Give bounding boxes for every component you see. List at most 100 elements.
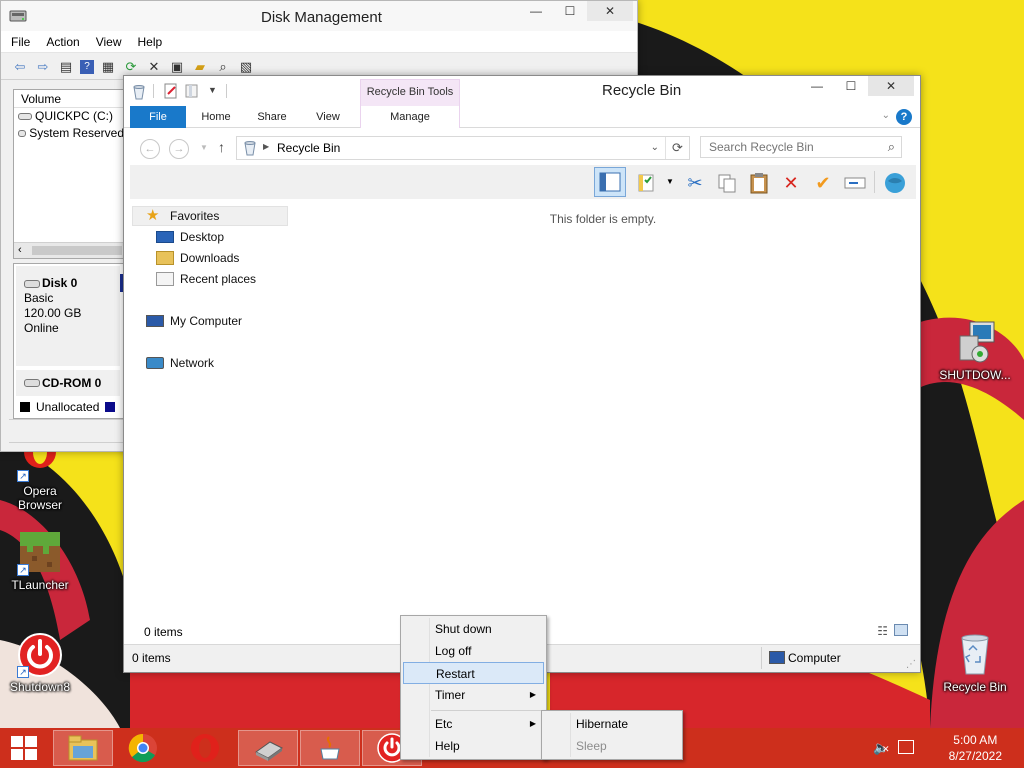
horizontal-scrollbar[interactable]: ‹ — [14, 242, 124, 258]
etc-submenu: Hibernate Sleep — [541, 710, 683, 760]
up-arrow-icon[interactable]: ↑ — [218, 139, 225, 155]
address-bar[interactable]: ▶ Recycle Bin ⌄ ⟳ — [236, 136, 690, 160]
desktop-icon-tlauncher[interactable]: ↗ TLauncher — [0, 530, 80, 592]
start-button[interactable] — [0, 730, 48, 766]
console-tree-icon[interactable]: ▤ — [57, 58, 75, 76]
title-bar[interactable]: ▼ Recycle Bin — ☐ ✕ — [124, 76, 920, 106]
menu-item-hibernate[interactable]: Hibernate — [544, 713, 680, 735]
tab-home[interactable]: Home — [190, 106, 242, 128]
scroll-left-icon[interactable]: ‹ — [18, 244, 22, 256]
cd-rom-info[interactable]: CD-ROM 0 — [16, 370, 120, 396]
globe-icon[interactable] — [882, 170, 908, 196]
dropdown-arrow-icon[interactable]: ▼ — [666, 177, 674, 186]
nav-item-downloads[interactable]: Downloads — [156, 248, 239, 268]
breadcrumb-separator-icon[interactable]: ▶ — [263, 142, 269, 151]
menu-item-etc[interactable]: Etc ▶ — [403, 713, 544, 735]
details-view-icon[interactable]: ☷ — [877, 624, 888, 638]
nav-item-network[interactable]: Network — [146, 353, 214, 373]
close-button[interactable]: ✕ — [587, 1, 633, 21]
maximize-button[interactable]: ☐ — [553, 1, 587, 21]
nav-item-favorites[interactable]: ★ Favorites — [146, 206, 219, 226]
search-disk-icon[interactable]: ⌕ — [214, 58, 232, 76]
menu-item-timer[interactable]: Timer ▶ — [403, 684, 544, 706]
menu-file[interactable]: File — [11, 35, 30, 49]
settings-icon[interactable]: ▣ — [168, 58, 186, 76]
disk-0-info[interactable]: Disk 0 Basic 120.00 GB Online — [16, 266, 120, 366]
maximize-button[interactable]: ☐ — [834, 76, 868, 96]
menu-item-restart[interactable]: Restart — [403, 662, 544, 684]
refresh-icon[interactable]: ⟳ — [122, 58, 140, 76]
recycle-bin-window[interactable]: ▼ Recycle Bin — ☐ ✕ Recycle Bin Tools Fi… — [123, 75, 921, 673]
taskbar-clock[interactable]: 5:00 AM 8/27/2022 — [949, 732, 1002, 764]
disk-properties-icon[interactable]: ▧ — [237, 58, 255, 76]
resize-grip-icon[interactable]: ⋰ — [906, 659, 916, 670]
volume-list[interactable]: Volume QUICKPC (C:) System Reserved ‹ — [13, 89, 125, 259]
paste-icon[interactable] — [746, 170, 772, 196]
properties-icon[interactable] — [163, 83, 179, 99]
checklist-icon[interactable] — [634, 170, 660, 196]
breadcrumb[interactable]: Recycle Bin — [277, 141, 340, 155]
network-status-icon[interactable] — [898, 740, 914, 754]
list-item[interactable]: QUICKPC (C:) — [14, 108, 124, 125]
rename-icon[interactable] — [842, 170, 868, 196]
minimize-button[interactable]: — — [519, 1, 553, 21]
taskbar-chrome[interactable] — [113, 730, 173, 766]
folder-open-icon[interactable]: ▰ — [191, 58, 209, 76]
desktop-icon-recycle-bin[interactable]: Recycle Bin — [935, 632, 1015, 694]
menu-item-help[interactable]: Help — [403, 735, 544, 757]
back-button[interactable]: ← — [140, 139, 160, 159]
refresh-icon[interactable]: ⟳ — [665, 137, 689, 159]
recycle-bin-location-icon — [243, 140, 257, 156]
taskbar-file-explorer[interactable] — [53, 730, 113, 766]
tab-file[interactable]: File — [130, 106, 186, 128]
properties-icon[interactable]: ▦ — [99, 58, 117, 76]
menu-item-sleep[interactable]: Sleep — [544, 735, 680, 757]
help-icon[interactable]: ? — [896, 109, 912, 125]
tab-manage[interactable]: Manage — [360, 106, 460, 128]
list-item[interactable]: System Reserved — [14, 125, 124, 142]
taskbar-disk-management[interactable] — [238, 730, 298, 766]
file-list-pane[interactable]: This folder is empty. — [290, 203, 916, 633]
large-icons-view-icon[interactable] — [894, 624, 908, 636]
expand-ribbon-icon[interactable]: ⌄ — [882, 110, 890, 121]
recycle-bin-small-icon[interactable] — [132, 84, 146, 100]
forward-arrow-icon[interactable]: ⇨ — [34, 58, 52, 76]
checkmark-icon[interactable]: ✔ — [810, 170, 836, 196]
delete-icon[interactable]: ✕ — [145, 58, 163, 76]
search-input[interactable] — [707, 139, 875, 155]
menu-view[interactable]: View — [96, 35, 122, 49]
search-icon[interactable]: ⌕ — [888, 139, 895, 155]
customize-quick-access-icon[interactable]: ▼ — [208, 85, 217, 95]
desktop-icon-shutdown8[interactable]: ↗ Shutdown8 — [0, 632, 80, 694]
tab-share[interactable]: Share — [246, 106, 298, 128]
back-arrow-icon[interactable]: ⇦ — [11, 58, 29, 76]
taskbar-java-app[interactable] — [300, 730, 360, 766]
scroll-thumb[interactable] — [32, 246, 122, 255]
copy-icon[interactable] — [714, 170, 740, 196]
submenu-arrow-icon: ▶ — [529, 690, 536, 699]
help-icon[interactable]: ? — [80, 59, 94, 74]
delete-icon[interactable]: ✕ — [778, 170, 804, 196]
menu-help[interactable]: Help — [138, 35, 163, 49]
address-dropdown-icon[interactable]: ⌄ — [651, 142, 659, 153]
menu-item-shut-down[interactable]: Shut down — [403, 618, 544, 640]
cut-icon[interactable]: ✂ — [682, 170, 708, 196]
tab-view[interactable]: View — [302, 106, 354, 128]
ribbon-tab-bar: File Home Share View Manage ⌄ ? — [124, 106, 920, 128]
forward-button[interactable]: → — [169, 139, 189, 159]
layout-pane-icon[interactable] — [594, 167, 626, 197]
new-folder-icon[interactable] — [184, 83, 200, 99]
column-header-volume[interactable]: Volume — [14, 90, 124, 108]
recent-locations-icon[interactable]: ▼ — [200, 143, 208, 152]
taskbar-opera[interactable] — [175, 730, 235, 766]
desktop-icon-shutdown-app[interactable]: SHUTDOW... — [935, 320, 1015, 382]
title-bar[interactable]: Disk Management — ☐ ✕ — [1, 1, 637, 31]
nav-item-recent-places[interactable]: Recent places — [156, 269, 256, 289]
search-box[interactable]: ⌕ — [700, 136, 902, 158]
menu-action[interactable]: Action — [46, 35, 79, 49]
close-button[interactable]: ✕ — [868, 76, 914, 96]
nav-item-my-computer[interactable]: My Computer — [146, 311, 242, 331]
nav-item-desktop[interactable]: Desktop — [156, 227, 224, 247]
menu-item-log-off[interactable]: Log off — [403, 640, 544, 662]
minimize-button[interactable]: — — [800, 76, 834, 96]
